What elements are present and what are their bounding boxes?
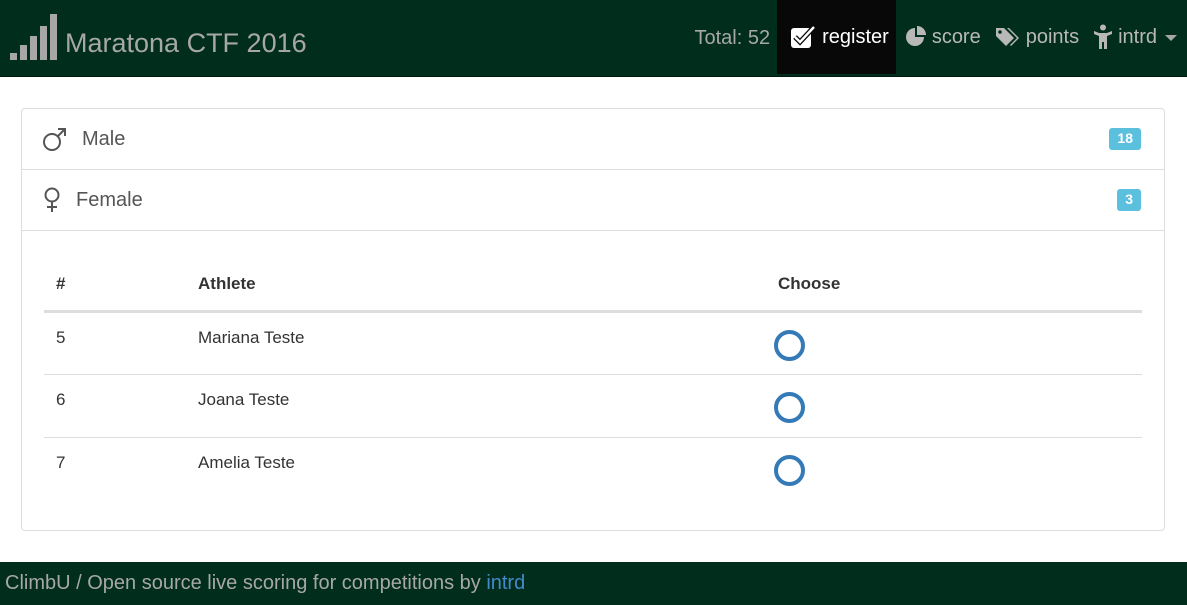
- tags-icon: [995, 28, 1019, 46]
- athletes-table-wrap: # Athlete Choose 5 Mariana Teste 6 Joana…: [44, 247, 1142, 500]
- male-count-badge: 18: [1109, 128, 1141, 150]
- row-athlete: Amelia Teste: [186, 436, 766, 500]
- nav-score[interactable]: score: [898, 0, 988, 74]
- table-row: 6 Joana Teste: [44, 373, 1142, 437]
- choose-radio[interactable]: [774, 329, 805, 361]
- athletes-panel: Male 18 Female 3 # Athlete Choose 5 Mari…: [21, 108, 1165, 531]
- table-row: 7 Amelia Teste: [44, 436, 1142, 500]
- brand-link[interactable]: Maratona CTF 2016: [10, 10, 307, 60]
- choose-radio[interactable]: [774, 391, 805, 423]
- group-male[interactable]: Male 18: [22, 109, 1164, 170]
- nav-points[interactable]: points: [988, 0, 1086, 74]
- male-icon: [42, 126, 68, 152]
- group-female[interactable]: Female 3: [22, 170, 1164, 231]
- row-athlete: Joana Teste: [186, 373, 766, 437]
- header-number: #: [44, 247, 186, 313]
- female-icon: [42, 187, 62, 213]
- header-choose: Choose: [766, 247, 1142, 313]
- person-icon: [1094, 24, 1113, 49]
- footer: ClimbU / Open source live scoring for co…: [0, 562, 1187, 605]
- nav-user-dropdown[interactable]: intrd: [1086, 0, 1187, 74]
- nav-score-label: score: [931, 25, 981, 48]
- footer-text: ClimbU / Open source live scoring for co…: [5, 572, 487, 594]
- group-female-label: Female: [76, 188, 143, 211]
- row-athlete: Mariana Teste: [198, 327, 305, 347]
- athletes-table: # Athlete Choose 5 Mariana Teste 6 Joana…: [44, 247, 1142, 500]
- signal-bars-icon: [10, 12, 57, 60]
- row-number: 7: [44, 436, 186, 500]
- nav-points-label: points: [1025, 25, 1080, 48]
- brand-title: Maratona CTF 2016: [65, 28, 307, 58]
- row-number: 5: [56, 327, 66, 347]
- group-male-label: Male: [82, 127, 126, 150]
- footer-author-link[interactable]: intrd: [486, 572, 525, 595]
- checkbox-icon: [791, 25, 816, 48]
- total-count: Total: 52: [694, 26, 771, 49]
- nav-user-label: intrd: [1118, 25, 1157, 48]
- caret-down-icon: [1165, 35, 1177, 41]
- nav-register[interactable]: register: [777, 0, 896, 74]
- nav-right: Total: 52 register score points intrd: [695, 0, 1187, 74]
- choose-radio[interactable]: [774, 454, 805, 486]
- table-header-row: # Athlete Choose: [44, 247, 1142, 313]
- row-number: 6: [44, 373, 186, 437]
- female-count-badge: 3: [1117, 189, 1141, 211]
- header-athlete: Athlete: [186, 247, 766, 313]
- top-navbar: Maratona CTF 2016 Total: 52 register sco…: [0, 0, 1187, 77]
- table-row: 5 Mariana Teste: [44, 311, 1142, 374]
- pie-chart-icon: [905, 26, 926, 46]
- nav-register-label: register: [822, 25, 889, 48]
